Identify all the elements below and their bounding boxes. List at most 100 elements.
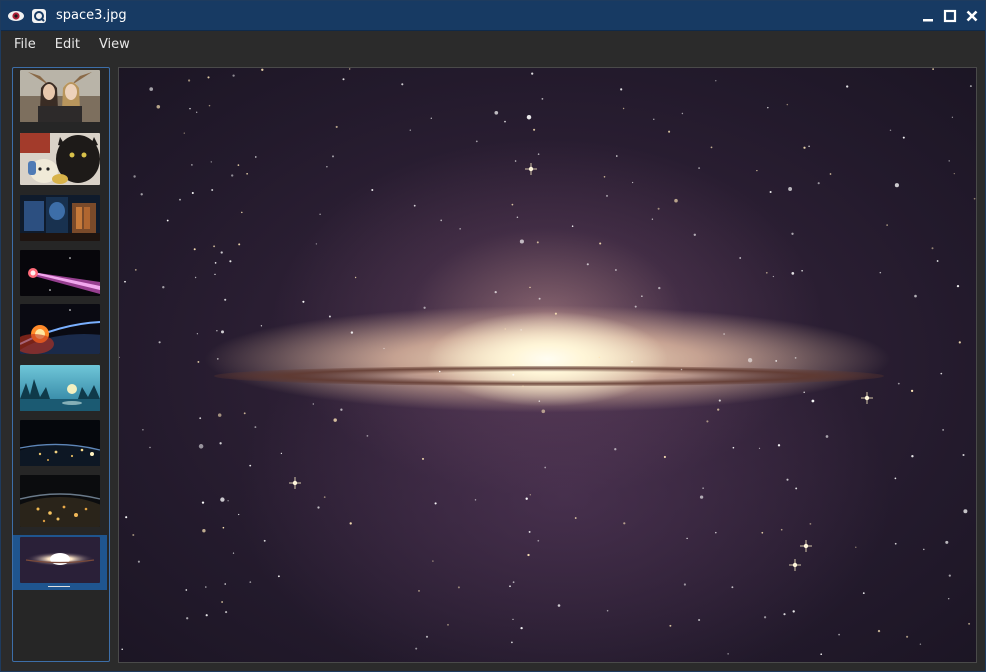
thumbnail-portrait-with-wings[interactable] <box>20 70 100 122</box>
star <box>603 176 606 178</box>
maximize-icon[interactable] <box>940 6 959 25</box>
star <box>536 241 539 244</box>
star <box>731 586 734 589</box>
star <box>571 225 574 227</box>
eye-icon[interactable] <box>7 7 25 25</box>
star <box>795 487 798 490</box>
star <box>651 218 654 220</box>
title-bar[interactable]: space3.jpg <box>1 1 985 31</box>
star <box>199 417 202 420</box>
star <box>119 356 120 358</box>
star <box>528 530 531 533</box>
star <box>574 517 577 519</box>
star <box>791 232 794 235</box>
star <box>232 74 235 77</box>
star <box>718 399 721 402</box>
star <box>541 98 544 100</box>
menu-file[interactable]: File <box>1 37 46 52</box>
star <box>531 72 534 75</box>
star <box>191 191 194 195</box>
thumbnail-planet-sunrise[interactable] <box>20 304 100 354</box>
star <box>512 581 515 584</box>
star <box>923 548 925 551</box>
star <box>786 478 789 481</box>
star <box>342 78 345 81</box>
star <box>940 372 943 375</box>
star <box>194 276 197 279</box>
star <box>511 203 514 206</box>
star <box>434 502 437 505</box>
image-viewer[interactable] <box>118 67 977 663</box>
menu-edit[interactable]: Edit <box>46 37 90 52</box>
star <box>511 641 513 644</box>
thumbnail-pink-comet[interactable] <box>20 250 100 296</box>
star <box>739 257 742 259</box>
star <box>958 341 961 344</box>
star <box>193 248 196 251</box>
star <box>315 243 318 245</box>
thumbnail-blue-interior[interactable] <box>20 195 100 241</box>
star <box>413 204 416 207</box>
star <box>948 574 951 577</box>
bright-star <box>525 163 537 175</box>
menu-view[interactable]: View <box>90 37 140 52</box>
star <box>224 298 227 301</box>
minimize-icon[interactable] <box>918 6 937 25</box>
star <box>225 611 228 614</box>
star <box>198 444 204 449</box>
star <box>302 300 305 303</box>
star <box>698 167 701 170</box>
star <box>686 537 688 540</box>
star <box>948 160 950 162</box>
lens-icon[interactable] <box>30 7 48 25</box>
star <box>185 589 188 591</box>
star <box>606 609 609 612</box>
thumbnail-lake-forest[interactable] <box>20 365 100 411</box>
star <box>349 522 352 525</box>
star <box>323 496 326 498</box>
star <box>263 539 266 542</box>
star <box>494 110 499 115</box>
star <box>371 188 374 192</box>
star <box>956 284 960 288</box>
star <box>221 601 223 603</box>
bright-star <box>800 540 812 552</box>
star <box>538 297 541 300</box>
star <box>383 347 385 350</box>
star <box>803 391 805 393</box>
close-icon[interactable] <box>962 6 981 25</box>
star <box>586 263 589 266</box>
star <box>440 219 443 222</box>
thumbnail-sidebar[interactable] <box>12 67 110 662</box>
star <box>947 597 950 600</box>
star <box>504 120 506 123</box>
star <box>459 228 461 230</box>
star <box>780 528 783 531</box>
thumbnail-cats-with-toys[interactable] <box>20 133 100 185</box>
star <box>809 522 812 525</box>
star <box>669 624 672 627</box>
thumbnail-galaxy[interactable] <box>20 537 100 583</box>
star <box>425 635 429 638</box>
star <box>211 189 214 191</box>
star <box>418 590 420 592</box>
thumbnail-earth-cities-night[interactable] <box>20 475 100 527</box>
star <box>254 426 257 429</box>
star <box>216 330 218 332</box>
star <box>317 506 320 509</box>
star <box>162 286 165 289</box>
star <box>208 104 211 107</box>
thumbnail-earth-night-lights[interactable] <box>20 420 100 466</box>
star <box>761 531 764 534</box>
star <box>693 233 696 236</box>
star <box>204 586 207 588</box>
star <box>723 333 725 335</box>
star <box>529 494 531 496</box>
star <box>340 408 343 411</box>
star <box>134 268 137 271</box>
star <box>668 130 671 133</box>
app-window: space3.jpg File Edit View <box>0 0 986 672</box>
star <box>335 125 338 128</box>
star <box>525 497 528 500</box>
star <box>366 435 369 437</box>
